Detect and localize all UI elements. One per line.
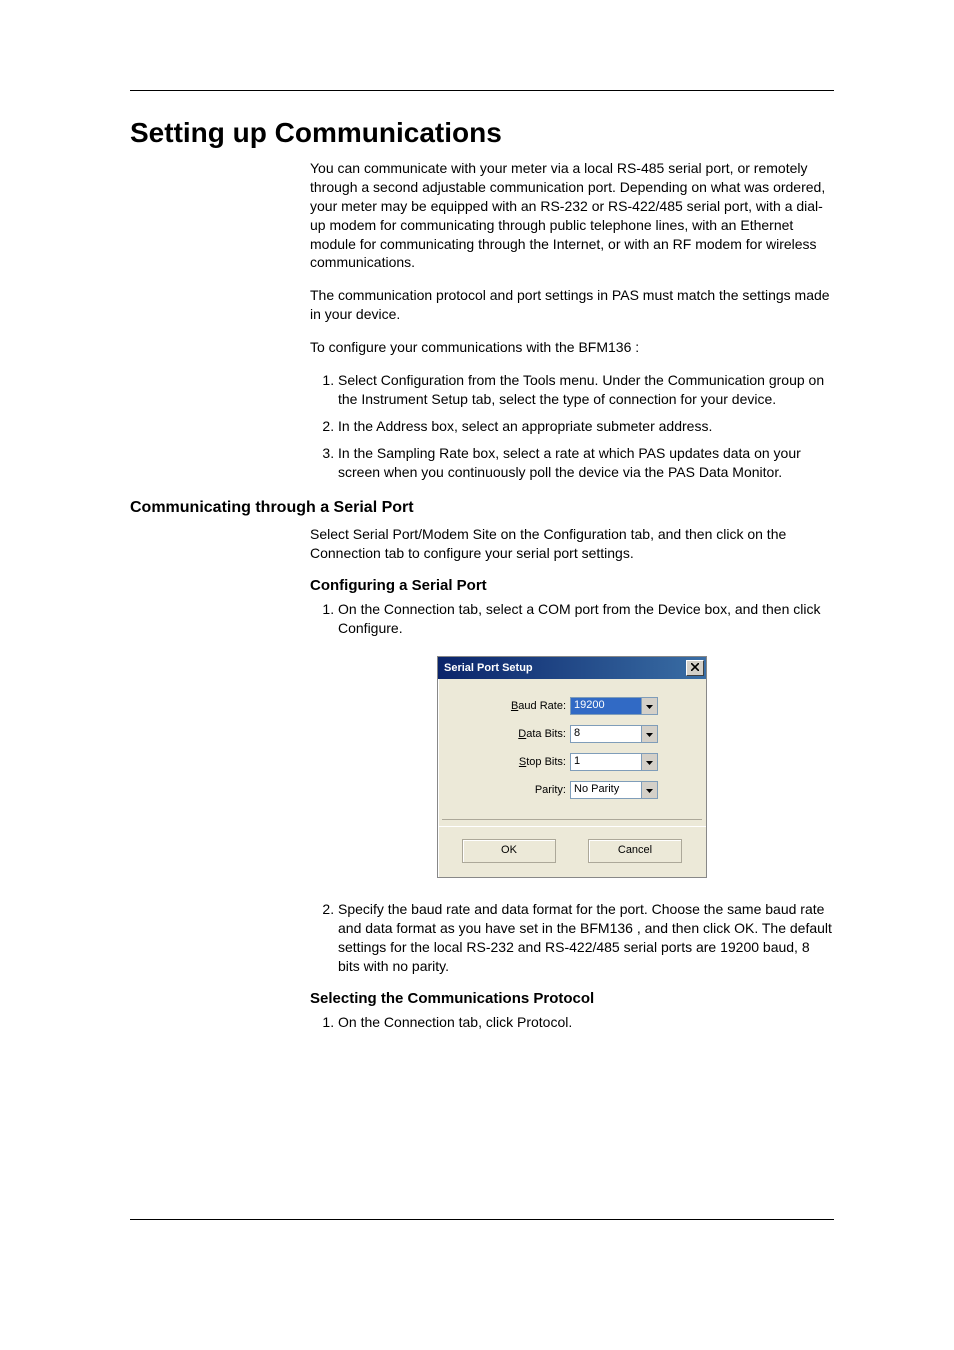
dialog-wrap: Serial Port Setup Baud Rate: 19200 — [310, 656, 834, 878]
dialog-close-button[interactable] — [686, 660, 704, 676]
parity-value: No Parity — [571, 782, 641, 798]
intro-para-3: To configure your communications with th… — [310, 338, 834, 357]
ok-button[interactable]: OK — [462, 839, 556, 863]
intro-para-1: You can communicate with your meter via … — [310, 159, 834, 272]
config-steps-list-1: On the Connection tab, select a COM port… — [310, 600, 834, 638]
serial-intro: Select Serial Port/Modem Site on the Con… — [310, 525, 834, 563]
chevron-down-icon — [646, 756, 653, 768]
main-step-3: In the Sampling Rate box, select a rate … — [338, 444, 834, 482]
data-bits-label: Data Bits: — [486, 728, 570, 740]
stop-bits-label: Stop Bits: — [486, 756, 570, 768]
chevron-down-icon — [646, 784, 653, 796]
parity-dropdown-button[interactable] — [641, 782, 657, 798]
dialog-separator — [442, 819, 702, 820]
dialog-form: Baud Rate: 19200 Data Bits: 8 — [438, 679, 706, 813]
chevron-down-icon — [646, 700, 653, 712]
page-title: Setting up Communications — [130, 117, 834, 149]
stop-bits-combo[interactable]: 1 — [570, 753, 658, 771]
config-step-2: Specify the baud rate and data format fo… — [338, 900, 834, 976]
top-rule — [130, 90, 834, 91]
dialog-titlebar: Serial Port Setup — [438, 657, 706, 679]
serial-body: Select Serial Port/Modem Site on the Con… — [310, 525, 834, 1031]
cancel-button[interactable]: Cancel — [588, 839, 682, 863]
data-bits-value: 8 — [571, 726, 641, 742]
protocol-step-1: On the Connection tab, click Protocol. — [338, 1013, 834, 1032]
body-column: You can communicate with your meter via … — [310, 159, 834, 481]
intro-para-2: The communication protocol and port sett… — [310, 286, 834, 324]
serial-heading: Communicating through a Serial Port — [130, 499, 834, 517]
main-steps-list: Select Configuration from the Tools menu… — [310, 371, 834, 481]
dialog-buttons: OK Cancel — [438, 826, 706, 877]
page: Setting up Communications You can commun… — [0, 0, 954, 1350]
parity-combo[interactable]: No Parity — [570, 781, 658, 799]
config-heading: Configuring a Serial Port — [310, 577, 834, 594]
protocol-steps-list: On the Connection tab, click Protocol. — [310, 1013, 834, 1032]
bottom-rule — [130, 1219, 834, 1220]
stop-bits-value: 1 — [571, 754, 641, 770]
baud-rate-value: 19200 — [571, 698, 641, 714]
parity-label: Parity: — [486, 784, 570, 796]
main-step-1: Select Configuration from the Tools menu… — [338, 371, 834, 409]
config-step-1: On the Connection tab, select a COM port… — [338, 600, 834, 638]
config-steps-list-2: Specify the baud rate and data format fo… — [310, 900, 834, 976]
baud-rate-combo[interactable]: 19200 — [570, 697, 658, 715]
dialog-title: Serial Port Setup — [444, 662, 533, 674]
baud-rate-dropdown-button[interactable] — [641, 698, 657, 714]
parity-row: Parity: No Parity — [452, 781, 692, 799]
data-bits-dropdown-button[interactable] — [641, 726, 657, 742]
data-bits-row: Data Bits: 8 — [452, 725, 692, 743]
main-step-2: In the Address box, select an appropriat… — [338, 417, 834, 436]
stop-bits-row: Stop Bits: 1 — [452, 753, 692, 771]
protocol-heading: Selecting the Communications Protocol — [310, 990, 834, 1007]
serial-port-setup-dialog: Serial Port Setup Baud Rate: 19200 — [437, 656, 707, 878]
close-icon — [691, 662, 699, 674]
stop-bits-dropdown-button[interactable] — [641, 754, 657, 770]
chevron-down-icon — [646, 728, 653, 740]
baud-rate-row: Baud Rate: 19200 — [452, 697, 692, 715]
data-bits-combo[interactable]: 8 — [570, 725, 658, 743]
baud-rate-label: Baud Rate: — [486, 700, 570, 712]
